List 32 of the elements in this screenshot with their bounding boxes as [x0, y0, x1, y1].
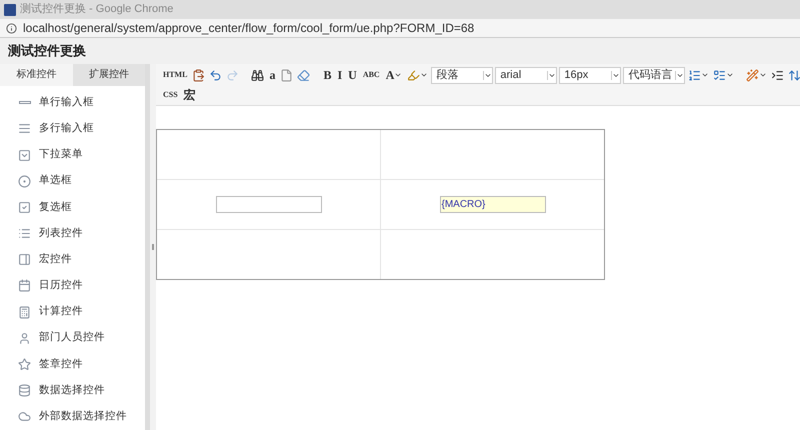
sidebar-item[interactable]: 数据选择控件: [0, 378, 145, 404]
macro-field[interactable]: {MACRO}: [440, 196, 546, 213]
sidebar-item[interactable]: 单行输入框: [0, 90, 145, 116]
toolbar-button[interactable]: ABC: [360, 65, 383, 85]
page-title: 测试控件更换: [8, 42, 86, 60]
sidebar-item[interactable]: 签章控件: [0, 351, 145, 378]
sidebar-item[interactable]: 多行输入框: [0, 116, 145, 142]
sidebar-item[interactable]: 计算控件: [0, 299, 145, 326]
sidebar-item[interactable]: 部门人员控件: [0, 325, 145, 352]
toolbar-select[interactable]: arial: [495, 66, 558, 84]
toolbar-button[interactable]: CSS: [160, 85, 181, 105]
toolbar-button[interactable]: I: [334, 65, 346, 85]
sidebar-item[interactable]: 日历控件: [0, 272, 145, 300]
toolbar-button[interactable]: U: [345, 65, 360, 85]
window-title: 测试控件更换 - Google Chrome: [20, 2, 174, 18]
toolbar-button[interactable]: B: [320, 65, 334, 85]
sidebar-item[interactable]: 外部数据选择控件: [0, 404, 145, 430]
toolbar-button[interactable]: HTML: [160, 65, 190, 85]
url-text[interactable]: localhost/general/system/approve_center/flow_form/cool_form/ue.php?FORM_ID=68: [23, 19, 474, 37]
sidebar-item[interactable]: 列表控件: [0, 220, 145, 247]
sidebar-item[interactable]: 宏控件: [0, 246, 145, 273]
toolbar-select[interactable]: 段落: [431, 66, 494, 84]
toolbar-button[interactable]: a: [266, 65, 278, 85]
sidebar-item[interactable]: 下拉菜单: [0, 142, 145, 168]
toolbar-button[interactable]: 宏: [180, 85, 199, 105]
toolbar-select[interactable]: 16px: [559, 66, 622, 84]
toolbar-select[interactable]: 代码语言: [623, 66, 686, 84]
font-color-button[interactable]: A: [382, 65, 406, 85]
tab[interactable]: 标准控件: [0, 64, 72, 86]
tab[interactable]: 扩展控件: [72, 64, 145, 86]
sidebar-item[interactable]: 复选框: [0, 194, 145, 220]
sidebar-item[interactable]: 单选框: [0, 168, 145, 194]
